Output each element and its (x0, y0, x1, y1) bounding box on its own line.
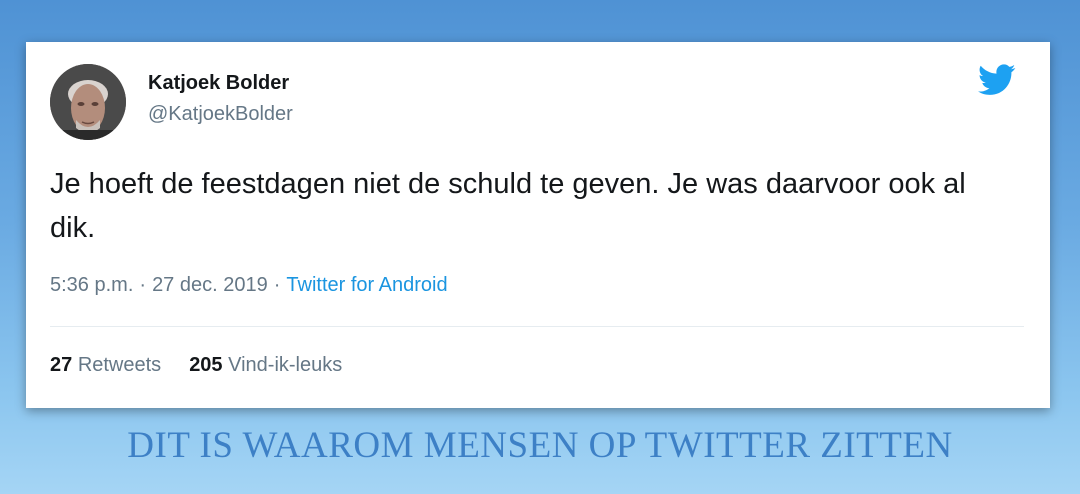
likes-label: Vind-ik-leuks (228, 354, 343, 376)
retweets-count: 27 (50, 354, 73, 376)
tweet-source-link[interactable]: Twitter for Android (286, 274, 447, 296)
retweets-label: Retweets (77, 354, 162, 376)
twitter-bird-icon[interactable] (978, 64, 1016, 96)
meme-caption: DIT IS WAAROM MENSEN OP TWITTER ZITTEN (127, 425, 953, 466)
tweet-stats: 27 Retweets 205 Vind-ik-leuks (50, 354, 342, 377)
tweet-card: Katjoek Bolder @KatjoekBolder Je hoeft d… (26, 42, 1050, 408)
tweet-text: Je hoeft de feestdagen niet de schuld te… (50, 168, 966, 244)
author-name[interactable]: Katjoek Bolder (148, 72, 289, 95)
author-handle[interactable]: @KatjoekBolder (148, 103, 293, 126)
tweet-date[interactable]: 27 dec. 2019 (152, 274, 268, 296)
meta-separator: · (139, 274, 147, 296)
author-avatar[interactable] (50, 64, 126, 140)
tweet-meta: 5:36 p.m. · 27 dec. 2019 · Twitter for Andro… (50, 274, 448, 297)
avatar-portrait-icon (50, 64, 126, 140)
meta-separator: · (273, 274, 281, 296)
retweets-stat[interactable]: 27 Retweets (50, 354, 161, 376)
tweet-time[interactable]: 5:36 p.m. (50, 274, 133, 296)
likes-stat[interactable]: 205 Vind-ik-leuks (189, 354, 342, 376)
likes-count: 205 (189, 354, 223, 376)
stats-divider (50, 326, 1024, 327)
